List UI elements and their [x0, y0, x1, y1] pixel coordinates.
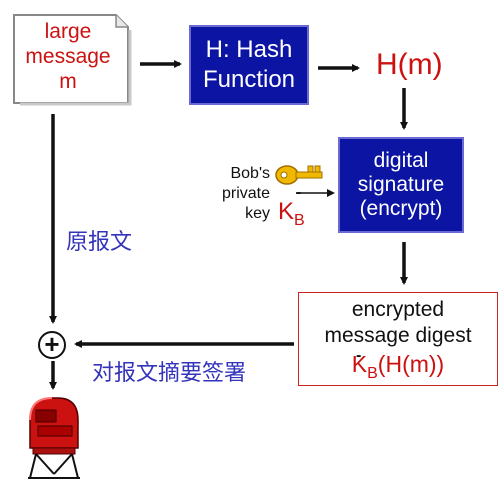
signed-digest-label: 对报文摘要签署	[92, 360, 247, 385]
digest-line1: encrypted	[351, 298, 445, 321]
hash-line2: Function	[202, 66, 296, 93]
digest-symbol-suffix: (H(m))	[377, 351, 445, 377]
digital-signature-box: digital signature (encrypt)	[338, 137, 464, 233]
key-symbol-mark: -	[296, 184, 302, 201]
key-icon	[275, 165, 323, 185]
signature-line2: signature	[357, 173, 445, 196]
hash-function-box: H: Hash Function	[189, 25, 309, 105]
signature-line1: digital	[373, 149, 429, 172]
private-key-symbol: KB -	[278, 184, 305, 229]
key-symbol-sub: B	[294, 212, 305, 229]
hash-output-label: H(m)	[376, 48, 443, 81]
key-line2: private	[221, 185, 270, 202]
combine-icon: +	[38, 331, 66, 359]
digest-symbol-mark: -	[356, 347, 362, 364]
original-message-label: 原报文	[66, 229, 133, 254]
digest-formula: KB(H(m)) -	[299, 347, 497, 383]
key-line1: Bob's	[230, 165, 270, 182]
message-label: large message m	[18, 19, 118, 94]
signature-line3: (encrypt)	[359, 197, 443, 220]
mailbox-icon	[28, 397, 80, 479]
hash-line1: H: Hash	[205, 36, 293, 63]
digest-line2: message digest	[324, 324, 472, 347]
message-line3: m	[59, 70, 77, 93]
key-line3: key	[245, 205, 270, 222]
private-key-label: Bob's private key	[206, 164, 270, 224]
message-line1: large	[44, 20, 92, 43]
key-symbol-k: K	[278, 198, 295, 225]
digest-symbol-sub: B	[367, 365, 378, 382]
encrypted-digest-box: encrypted message digest KB(H(m)) -	[298, 292, 498, 386]
message-line2: message	[25, 45, 111, 68]
